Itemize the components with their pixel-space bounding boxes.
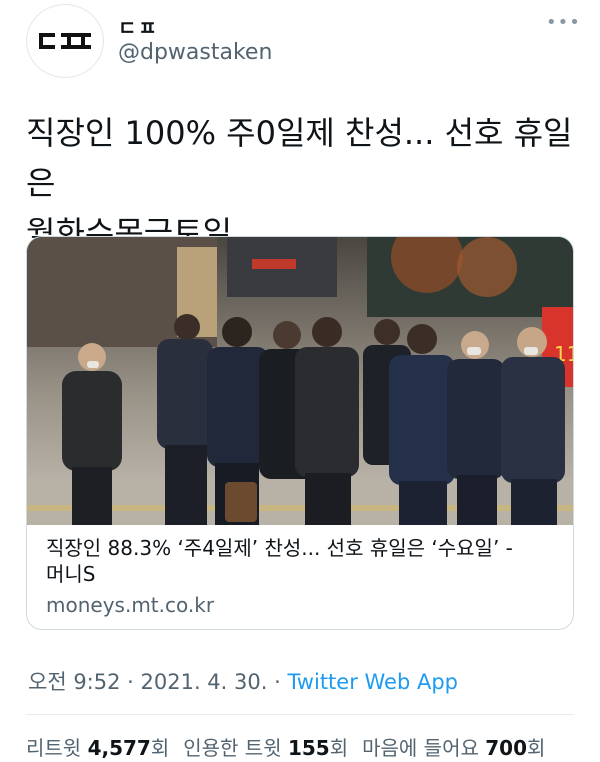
- retweets-count: 4,577: [87, 736, 151, 760]
- likes-label: 마음에 들어요: [362, 736, 479, 760]
- card-title-line-2: 머니S: [46, 562, 96, 586]
- tweet-text-line-1: 직장인 100% 주0일제 찬성... 선호 휴일은: [26, 114, 573, 202]
- likes-count: 700: [485, 736, 527, 760]
- card-domain: moneys.mt.co.kr: [46, 593, 215, 617]
- more-icon[interactable]: •••: [546, 12, 581, 33]
- display-name[interactable]: ㄷㅍ: [118, 12, 159, 41]
- source-app-link[interactable]: Twitter Web App: [287, 670, 458, 694]
- likes-stat[interactable]: 마음에 들어요 700회: [362, 736, 545, 760]
- card-title-line-1: 직장인 88.3% ‘주4일제’ 찬성... 선호 휴일은 ‘수요일’ -: [46, 536, 513, 560]
- quotes-count: 155: [287, 736, 330, 760]
- card-title: 직장인 88.3% ‘주4일제’ 찬성... 선호 휴일은 ‘수요일’ - 머니…: [46, 535, 556, 587]
- quotes-unit: 회: [329, 736, 349, 760]
- quotes-stat[interactable]: 인용한 트윗 155회: [183, 736, 348, 760]
- user-handle[interactable]: @dpwastaken: [118, 40, 272, 65]
- likes-unit: 회: [526, 736, 546, 760]
- quotes-label: 인용한 트윗: [183, 736, 282, 760]
- retweets-unit: 회: [150, 736, 170, 760]
- divider: [26, 714, 574, 715]
- avatar[interactable]: [26, 4, 104, 78]
- tweet-time[interactable]: 오전 9:52: [28, 670, 120, 694]
- card-text: 직장인 88.3% ‘주4일제’ 찬성... 선호 휴일은 ‘수요일’ - 머니…: [46, 535, 556, 619]
- link-card[interactable]: 11: [26, 236, 574, 630]
- retweets-label: 리트윗: [26, 736, 82, 760]
- tweet-date[interactable]: 2021. 4. 30.: [141, 670, 268, 694]
- card-image: 11: [27, 237, 573, 525]
- dp-logo-icon: [39, 33, 91, 49]
- engagement-stats: 리트윗 4,577회 인용한 트윗 155회 마음에 들어요 700회: [26, 732, 545, 761]
- meta-separator: ·: [267, 670, 288, 694]
- retweets-stat[interactable]: 리트윗 4,577회: [26, 736, 169, 760]
- meta-separator: ·: [120, 670, 141, 694]
- tweet-meta: 오전 9:52 · 2021. 4. 30. · Twitter Web App: [28, 666, 458, 696]
